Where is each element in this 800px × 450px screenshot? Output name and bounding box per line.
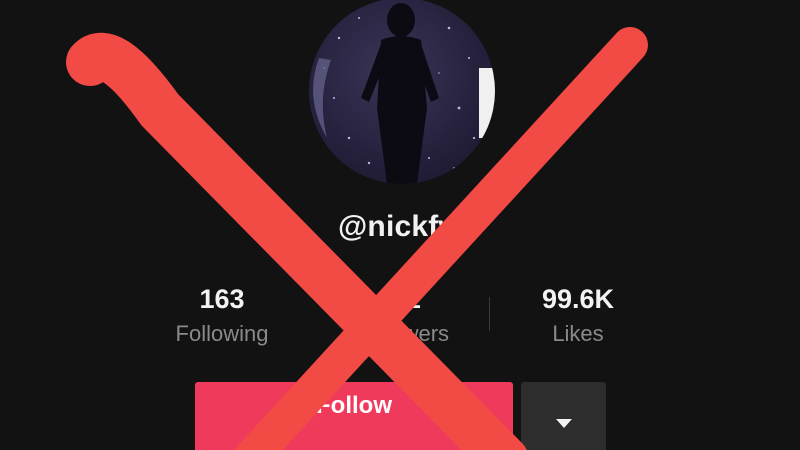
stat-divider [489,297,490,331]
followers-count: 5.1 [383,284,421,314]
following-label: Following [175,321,269,346]
likes-label: Likes [552,321,604,346]
profile-avatar[interactable] [309,0,495,184]
avatar-image [313,3,495,184]
username: @nickfw [337,210,462,243]
stat-likes[interactable]: 99.6K Likes [493,282,663,352]
followers-label: Followers [354,321,450,346]
likes-count: 99.6K [541,284,615,314]
caret-down-icon [556,419,572,428]
stat-following[interactable]: 163 Following [137,282,307,352]
profile-screen: @nickfw 163 Following 5.1 Followers 99.6… [0,0,800,450]
more-options-button[interactable] [521,382,606,450]
following-count: 163 [199,284,245,314]
follow-button[interactable]: Follow [195,382,513,450]
stat-followers[interactable]: 5.1 Followers [317,282,487,352]
